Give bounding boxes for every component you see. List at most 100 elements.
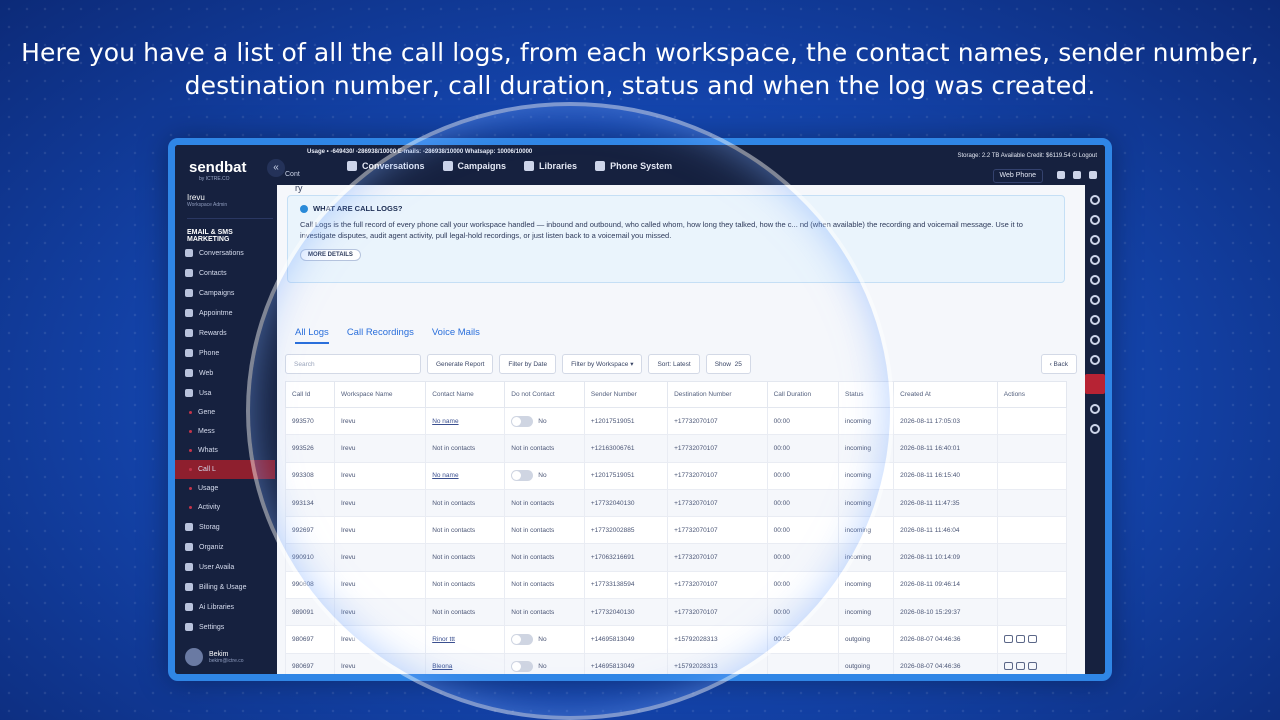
top-nav-icon	[524, 161, 535, 171]
table-row[interactable]: 993570 Irevu No name No +12017519051 +1773207…	[284, 406, 1068, 436]
bell-icon[interactable]	[1073, 171, 1081, 179]
usage-line: Usage • -649430/ -286938/10000 E-mails: …	[307, 149, 533, 155]
column-header[interactable]: Sender Number	[583, 381, 669, 408]
do-not-contact-toggle[interactable]	[511, 470, 534, 482]
table-cell: Irevu	[334, 570, 427, 600]
sidebar-item[interactable]: Conversations	[185, 243, 275, 263]
table-cell	[996, 461, 1068, 490]
play-icon[interactable]	[1015, 661, 1025, 670]
filter-by-date-button[interactable]: Filter by Date	[499, 354, 557, 374]
tab-voice-mails[interactable]: Voice Mails	[432, 327, 480, 344]
search-input[interactable]: Search	[285, 354, 421, 374]
sidebar-subitem[interactable]: Whats	[185, 441, 275, 460]
column-header[interactable]: Workspace Name	[334, 381, 427, 408]
sidebar-subitem[interactable]: Call L	[175, 460, 275, 479]
sidebar-item[interactable]: Appointme	[185, 303, 275, 323]
tab-all-logs[interactable]: All Logs	[295, 327, 329, 344]
do-not-contact-toggle[interactable]	[511, 661, 534, 673]
do-not-contact-toggle[interactable]	[511, 415, 534, 427]
rail-icon-active[interactable]	[1085, 374, 1105, 394]
show-select[interactable]: Show 25	[705, 354, 751, 374]
sidebar-item[interactable]: Ai Libraries	[185, 597, 275, 617]
column-header[interactable]: Status	[838, 381, 895, 408]
web-phone-button[interactable]: Web Phone	[992, 169, 1043, 183]
sidebar-item-label: Conversations	[199, 249, 244, 257]
table-row[interactable]: 989091 Irevu Not in contacts Not in contact…	[284, 598, 1068, 627]
storage-credit-line: Storage: 2.2 TB Available Credit: $6119.…	[957, 153, 1097, 159]
sidebar-subitem[interactable]: Gene	[185, 403, 275, 422]
sidebar-subitem-label: Activity	[198, 504, 221, 511]
nav-icon	[185, 269, 193, 277]
table-row[interactable]: 993134 Irevu Not in contacts Not in contact…	[284, 488, 1068, 518]
table-cell	[996, 625, 1068, 654]
table-cell: 2026-08-11 10:14:09	[893, 543, 998, 572]
play-icon[interactable]	[1015, 634, 1025, 643]
sidebar-item[interactable]: Billing & Usage	[185, 577, 275, 597]
sidebar-subitem[interactable]: Activity	[185, 498, 275, 517]
download-icon[interactable]	[1003, 634, 1013, 643]
sidebar-item-label: Appointme	[199, 309, 233, 317]
top-nav-item[interactable]: Campaigns	[442, 161, 506, 171]
rail-icon[interactable]	[1090, 195, 1100, 205]
generate-report-button[interactable]: Generate Report	[427, 354, 494, 374]
sidebar-subitem[interactable]: Usage	[185, 479, 275, 498]
sidebar-item[interactable]: Usa	[185, 383, 275, 403]
column-header[interactable]: Actions	[996, 381, 1068, 408]
table-row[interactable]: 980697 Irevu Bleona No +14695813049 +15792028…	[284, 652, 1068, 674]
column-header[interactable]: Call Id	[284, 381, 336, 408]
rail-icon[interactable]	[1090, 315, 1100, 325]
table-row[interactable]: 980697 Irevu Rinor ttt No +14695813049 +15792…	[284, 625, 1068, 654]
top-nav-item[interactable]: Libraries	[524, 161, 577, 171]
table-row[interactable]: 992697 Irevu Not in contacts Not in contact…	[284, 516, 1068, 545]
table-cell: +17732070107	[667, 434, 768, 463]
rail-icon[interactable]	[1090, 255, 1100, 265]
download-icon[interactable]	[1003, 661, 1013, 670]
rail-icon[interactable]	[1090, 355, 1100, 365]
column-header[interactable]: Do not Contact	[504, 381, 585, 408]
table-cell: Not in contacts	[425, 488, 506, 518]
top-nav-item[interactable]: Phone System	[595, 161, 672, 171]
table-cell: +17732070107	[667, 598, 768, 627]
voicemail-icon[interactable]	[1027, 634, 1037, 643]
calendar-icon[interactable]	[1089, 171, 1097, 179]
sidebar-item[interactable]: Phone	[185, 343, 275, 363]
table-row[interactable]: 990910 Irevu Not in contacts Not in contact…	[284, 543, 1068, 572]
sidebar-item[interactable]: Campaigns	[185, 283, 275, 303]
rail-icon[interactable]	[1090, 424, 1100, 434]
sidebar-item[interactable]: Organiz	[185, 537, 275, 557]
column-header[interactable]: Destination Number	[667, 381, 768, 408]
more-details-button[interactable]: MORE DETAILS	[300, 249, 361, 261]
table-row[interactable]: 993308 Irevu No name No +12017519051 +1773207…	[284, 461, 1068, 490]
column-header[interactable]: Created At	[893, 381, 998, 408]
sidebar-item[interactable]: Settings	[185, 617, 275, 637]
column-header[interactable]: Contact Name	[425, 381, 506, 408]
user-profile[interactable]: Bekim bekim@ictre.co	[185, 648, 244, 666]
tab-call-recordings[interactable]: Call Recordings	[347, 327, 414, 344]
table-cell: No	[504, 406, 585, 436]
back-button[interactable]: ‹ Back	[1040, 354, 1077, 374]
rail-icon[interactable]	[1090, 295, 1100, 305]
sidebar-item[interactable]: Rewards	[185, 323, 275, 343]
sidebar-item[interactable]: Contacts	[185, 263, 275, 283]
sidebar-item[interactable]: User Availa	[185, 557, 275, 577]
filter-by-workspace-select[interactable]: Filter by Workspace ▾	[562, 354, 643, 374]
collapse-sidebar-button[interactable]: «	[267, 159, 285, 177]
grid-icon[interactable]	[1057, 171, 1065, 179]
sidebar-item[interactable]: Storag	[185, 517, 275, 537]
breadcrumb[interactable]: Cont	[285, 171, 300, 178]
top-nav-item[interactable]: Conversations	[347, 161, 425, 171]
rail-icon[interactable]	[1090, 215, 1100, 225]
sort-button[interactable]: Sort: Latest	[648, 354, 700, 374]
rail-icon[interactable]	[1090, 335, 1100, 345]
rail-icon[interactable]	[1090, 275, 1100, 285]
table-row[interactable]: 993526 Irevu Not in contacts Not in contact…	[284, 434, 1068, 463]
rail-icon[interactable]	[1090, 404, 1100, 414]
sidebar-item[interactable]: Web	[185, 363, 275, 383]
sidebar-subitem[interactable]: Mess	[185, 422, 275, 441]
voicemail-icon[interactable]	[1027, 661, 1037, 670]
table-row[interactable]: 990608 Irevu Not in contacts Not in contact…	[284, 570, 1068, 600]
rail-icon[interactable]	[1090, 235, 1100, 245]
do-not-contact-toggle[interactable]	[511, 634, 534, 646]
workspace-selector[interactable]: Irevu Workspace Admin	[187, 193, 273, 219]
column-header[interactable]: Call Duration	[766, 381, 840, 408]
